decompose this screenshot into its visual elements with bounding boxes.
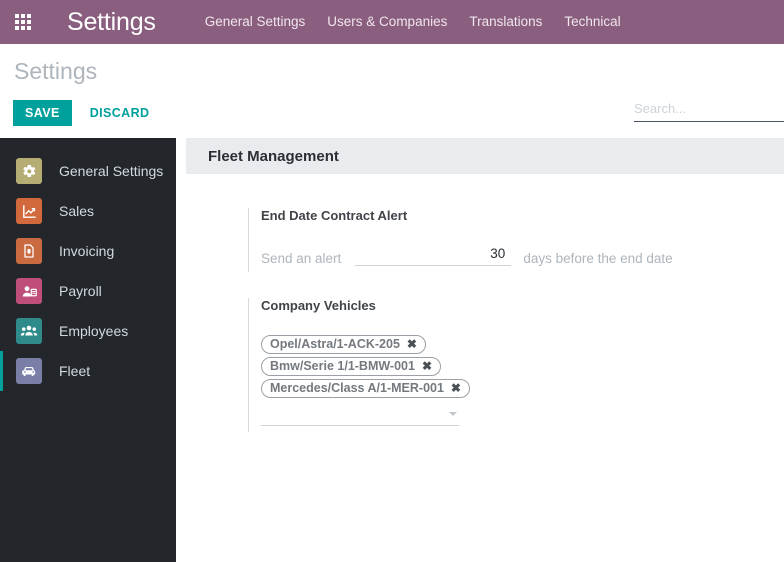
panel-title: Fleet Management <box>208 147 339 165</box>
block-title: End Date Contract Alert <box>261 208 408 223</box>
active-indicator <box>0 231 3 271</box>
sidebar-item-invoicing[interactable]: Invoicing <box>0 231 176 271</box>
sidebar-item-label: Employees <box>59 323 129 339</box>
control-panel: Settings SAVE DISCARD <box>0 44 784 138</box>
app-brand-title: Settings <box>67 7 156 36</box>
settings-sidebar: General Settings Sales Invoicing Payroll… <box>0 138 176 562</box>
search-input[interactable] <box>634 101 784 117</box>
vehicle-tag[interactable]: Mercedes/Class A/1-MER-001 ✖ <box>261 379 470 398</box>
discard-button[interactable]: DISCARD <box>80 100 160 126</box>
setting-block-end-date-contract-alert: End Date Contract Alert Send an alert da… <box>248 208 784 272</box>
gear-icon <box>16 158 42 184</box>
apps-grid-dots <box>15 14 31 30</box>
vehicle-tag-label: Opel/Astra/1-ACK-205 <box>270 337 400 351</box>
sidebar-item-label: Invoicing <box>59 243 115 259</box>
vehicle-tag[interactable]: Bmw/Serie 1/1-BMW-001 ✖ <box>261 357 441 376</box>
menu-item-users-companies[interactable]: Users & Companies <box>316 0 458 44</box>
sidebar-item-sales[interactable]: Sales <box>0 191 176 231</box>
apps-grid-icon[interactable] <box>0 0 46 44</box>
setting-block-company-vehicles: Company Vehicles Opel/Astra/1-ACK-205 ✖ … <box>248 298 784 432</box>
sidebar-item-label: Fleet <box>59 363 91 379</box>
menu-item-general-settings[interactable]: General Settings <box>194 0 317 44</box>
active-indicator <box>0 191 3 231</box>
active-indicator <box>0 271 3 311</box>
alert-suffix-label: days before the end date <box>523 251 673 266</box>
tag-line: Opel/Astra/1-ACK-205 ✖ <box>261 335 461 357</box>
active-indicator <box>0 351 3 391</box>
alert-days-input[interactable] <box>355 246 506 261</box>
menu-item-technical[interactable]: Technical <box>553 0 631 44</box>
vehicle-tag-label: Mercedes/Class A/1-MER-001 <box>270 381 444 395</box>
alert-prefix-label: Send an alert <box>261 251 342 266</box>
chevron-down-icon[interactable] <box>449 412 457 416</box>
active-indicator <box>0 311 3 351</box>
company-vehicles-tag-list: Opel/Astra/1-ACK-205 ✖ Bmw/Serie 1/1-BMW… <box>261 335 470 426</box>
main-menu: General Settings Users & Companies Trans… <box>194 0 632 44</box>
close-icon[interactable]: ✖ <box>451 382 461 394</box>
chart-line-up-icon <box>16 198 42 224</box>
invoice-dollar-icon <box>16 238 42 264</box>
sidebar-item-label: General Settings <box>59 163 164 179</box>
fleet-settings-panel: Fleet Management End Date Contract Alert… <box>186 138 784 562</box>
sidebar-item-label: Sales <box>59 203 95 219</box>
person-badge-icon <box>16 278 42 304</box>
search-box <box>634 100 784 122</box>
action-button-row: SAVE DISCARD <box>13 100 159 126</box>
save-button[interactable]: SAVE <box>13 100 72 126</box>
sidebar-item-payroll[interactable]: Payroll <box>0 271 176 311</box>
settings-content: Fleet Management End Date Contract Alert… <box>176 138 784 562</box>
car-icon <box>16 358 42 384</box>
block-title: Company Vehicles <box>261 298 376 313</box>
top-navbar: Settings General Settings Users & Compan… <box>0 0 784 44</box>
sidebar-item-employees[interactable]: Employees <box>0 311 176 351</box>
tag-line: Bmw/Serie 1/1-BMW-001 ✖ <box>261 357 461 379</box>
alert-days-row: Send an alert days before the end date <box>261 245 784 266</box>
vehicle-tag-label: Bmw/Serie 1/1-BMW-001 <box>270 359 415 373</box>
sidebar-item-label: Payroll <box>59 283 102 299</box>
sidebar-item-general-settings[interactable]: General Settings <box>0 151 176 191</box>
panel-header: Fleet Management <box>186 138 784 174</box>
alert-days-field <box>355 245 512 266</box>
close-icon[interactable]: ✖ <box>422 360 432 372</box>
vehicle-tag[interactable]: Opel/Astra/1-ACK-205 ✖ <box>261 335 426 354</box>
close-icon[interactable]: ✖ <box>407 338 417 350</box>
page-title: Settings <box>14 58 98 84</box>
company-vehicles-input[interactable] <box>261 406 459 426</box>
menu-item-translations[interactable]: Translations <box>458 0 553 44</box>
tag-line: Mercedes/Class A/1-MER-001 ✖ <box>261 379 470 401</box>
sidebar-item-fleet[interactable]: Fleet <box>0 351 176 391</box>
people-group-icon <box>16 318 42 344</box>
active-indicator <box>0 151 3 191</box>
